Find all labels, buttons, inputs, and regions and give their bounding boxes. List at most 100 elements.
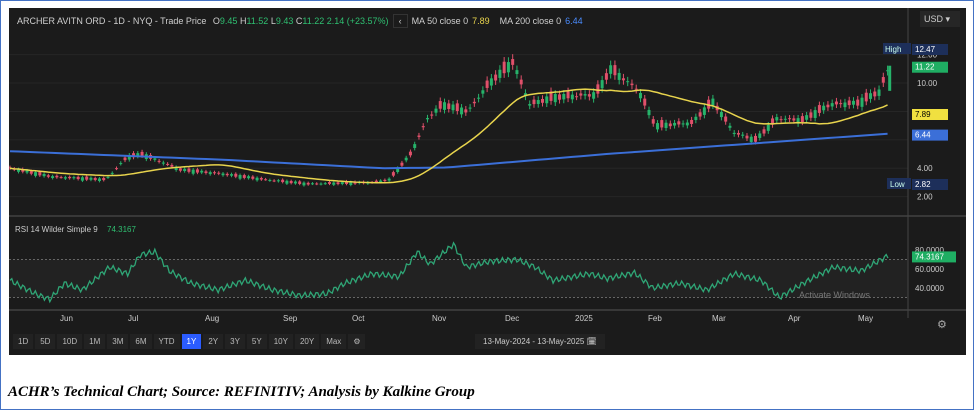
candle	[293, 181, 297, 184]
candle	[68, 176, 72, 179]
x-tick-label: Feb	[648, 314, 662, 323]
candle	[187, 168, 191, 172]
candle	[242, 175, 246, 178]
settings-icon[interactable]: ⚙	[937, 319, 947, 331]
candle	[140, 151, 144, 156]
range-button-1y[interactable]: 1Y	[181, 334, 202, 349]
candle	[251, 176, 255, 179]
candle	[451, 104, 455, 111]
candle	[558, 94, 562, 100]
x-tick-label: Sep	[283, 314, 298, 323]
candle	[596, 84, 600, 94]
range-button-ytd[interactable]: YTD	[153, 334, 180, 349]
candle	[443, 102, 447, 110]
candle	[404, 157, 408, 161]
candle	[834, 101, 838, 105]
candle	[332, 182, 336, 185]
candle	[860, 97, 864, 107]
candle	[400, 162, 404, 166]
rsi-tick-label: 60.0000	[915, 265, 944, 274]
figure-caption: ACHR’s Technical Chart; Source: REFINITI…	[8, 384, 475, 400]
candle	[438, 101, 442, 109]
chart-panel: ARCHER AVITN ORD - 1D - NYQ - Trade Pric…	[9, 8, 966, 355]
candle	[421, 126, 425, 128]
candle	[621, 78, 625, 81]
date-range-picker[interactable]: 13-May-2024 - 13-May-2025 🗓	[475, 334, 605, 349]
candle	[408, 151, 412, 156]
range-button-10d[interactable]: 10D	[57, 334, 83, 349]
candle	[873, 91, 877, 97]
candle	[869, 93, 873, 99]
candle	[340, 182, 344, 185]
candle	[230, 174, 234, 176]
candle	[604, 73, 608, 80]
candle	[728, 125, 732, 128]
x-tick-label: May	[858, 314, 873, 323]
range-button-6m[interactable]: 6M	[130, 334, 152, 349]
candle	[225, 173, 229, 176]
candle	[25, 170, 29, 173]
candle	[425, 118, 429, 120]
candle	[259, 178, 263, 180]
candle	[498, 69, 502, 78]
candle	[434, 108, 438, 113]
candle	[660, 120, 664, 128]
candle	[562, 93, 566, 100]
range-button-3y[interactable]: 3Y	[225, 334, 245, 349]
last-price-badge: 11.22	[915, 63, 935, 72]
candle	[234, 173, 238, 177]
low-tag-label: Low	[890, 180, 905, 189]
range-button-10y[interactable]: 10Y	[268, 334, 293, 349]
candle	[881, 77, 885, 83]
candle	[115, 168, 118, 170]
candle	[63, 177, 67, 179]
range-button-1d[interactable]: 1D	[13, 334, 34, 349]
ma50-badge: 7.89	[915, 110, 931, 119]
candle	[775, 117, 779, 121]
candle	[460, 107, 464, 115]
candle	[587, 94, 591, 97]
range-settings-icon[interactable]: ⚙	[348, 334, 366, 349]
high-badge: 12.47	[915, 45, 936, 54]
candle	[166, 163, 170, 165]
candle	[119, 163, 123, 165]
range-button-5y[interactable]: 5Y	[246, 334, 267, 349]
candle	[455, 103, 459, 112]
price-tick-label: 4.00	[917, 164, 933, 173]
candle	[238, 175, 242, 179]
candle	[161, 162, 165, 164]
range-button-1m[interactable]: 1M	[84, 334, 106, 349]
candle	[758, 133, 762, 138]
range-button-2y[interactable]: 2Y	[203, 334, 224, 349]
price-tick-label: 10.00	[917, 79, 938, 88]
x-tick-label: Dec	[505, 314, 519, 323]
candle	[383, 179, 387, 182]
candle	[736, 132, 740, 135]
range-button-max[interactable]: Max	[321, 334, 347, 349]
x-tick-label: Apr	[788, 314, 801, 323]
candle	[183, 168, 187, 172]
last-candle	[888, 65, 892, 91]
candle	[677, 121, 681, 125]
candle	[310, 183, 314, 185]
candle	[626, 81, 630, 83]
candle	[570, 94, 574, 100]
candle	[468, 107, 472, 109]
candle	[110, 172, 114, 174]
rsi-tick-label: 40.0000	[915, 284, 944, 293]
range-button-5d[interactable]: 5D	[35, 334, 56, 349]
range-button-3m[interactable]: 3M	[107, 334, 129, 349]
chart-svg[interactable]: 12.0010.004.002.0080.000060.000040.0000R…	[9, 8, 966, 355]
candle	[204, 171, 208, 174]
candle	[779, 119, 783, 121]
candle	[698, 112, 702, 117]
candle	[208, 172, 212, 175]
candle	[741, 134, 745, 136]
candle	[681, 123, 685, 125]
candle	[600, 80, 604, 89]
rsi-label: RSI 14 Wilder Simple 9	[15, 225, 98, 234]
range-button-20y[interactable]: 20Y	[294, 334, 320, 349]
x-tick-label: Mar	[712, 314, 726, 323]
candle	[630, 83, 634, 86]
candle	[178, 168, 182, 171]
